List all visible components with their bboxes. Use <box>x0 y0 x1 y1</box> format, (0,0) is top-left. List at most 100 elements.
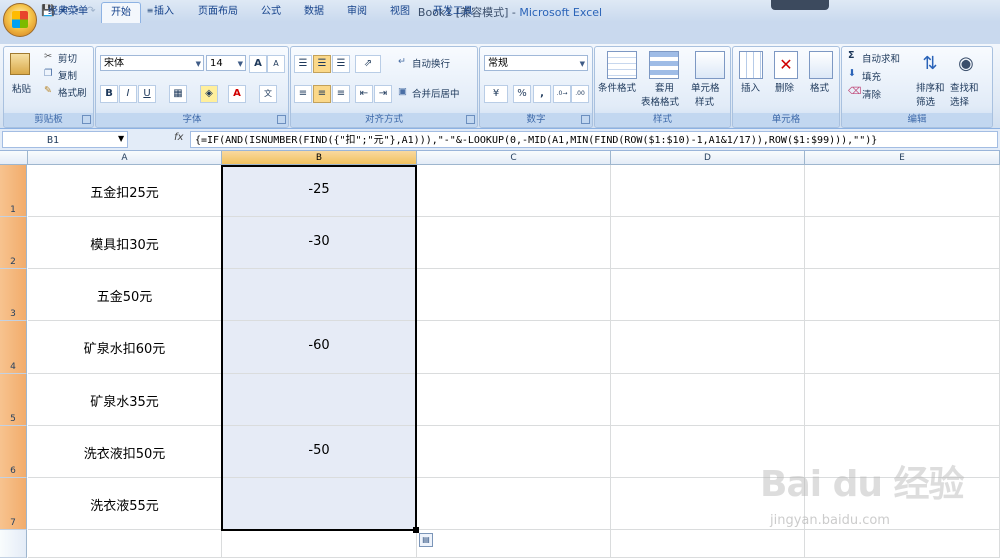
row-header-8[interactable] <box>0 530 27 558</box>
cell-d4[interactable] <box>611 321 805 374</box>
office-button[interactable] <box>3 3 37 37</box>
tab-developer[interactable]: 开发工具 <box>426 2 480 22</box>
cell-a3[interactable]: 五金50元 <box>28 269 222 321</box>
find-select-label-1[interactable]: 查找和 <box>950 80 979 94</box>
shrink-font-button[interactable]: A <box>267 55 285 73</box>
font-color-icon[interactable]: A <box>228 85 246 103</box>
delete-cells-button[interactable]: 删除 <box>775 80 794 94</box>
cell-c5[interactable] <box>417 374 611 426</box>
cell-e1[interactable] <box>805 165 1000 217</box>
row-header-6[interactable]: 6 <box>0 426 27 478</box>
orientation-icon[interactable]: ⇗ <box>355 55 381 73</box>
column-header-c[interactable]: C <box>417 151 611 165</box>
cell-a7[interactable]: 洗衣液55元 <box>28 478 222 530</box>
currency-icon[interactable]: ¥ <box>484 85 508 103</box>
insert-function-button[interactable]: fx <box>174 132 183 143</box>
select-all-corner[interactable] <box>0 151 28 165</box>
tab-classic-menu[interactable]: 经典菜单 <box>42 2 94 22</box>
cell-styles-label-1[interactable]: 单元格 <box>691 80 720 94</box>
number-launcher-icon[interactable] <box>581 115 590 124</box>
align-top-icon[interactable]: ☰ <box>294 55 312 73</box>
fill-color-icon[interactable]: ◈ <box>200 85 218 103</box>
tab-review[interactable]: 审阅 <box>340 2 374 22</box>
italic-button[interactable]: I <box>119 85 137 103</box>
cell-d8[interactable] <box>611 530 805 558</box>
column-header-b[interactable]: B <box>222 151 417 165</box>
tab-view[interactable]: 视图 <box>383 2 417 22</box>
tab-formulas[interactable]: 公式 <box>254 2 288 22</box>
find-select-label-2[interactable]: 选择 <box>950 94 969 108</box>
tab-insert[interactable]: 插入 <box>146 2 182 22</box>
align-right-icon[interactable]: ≡ <box>332 85 350 103</box>
cell-d3[interactable] <box>611 269 805 321</box>
cell-d5[interactable] <box>611 374 805 426</box>
format-as-table-label-2[interactable]: 表格格式 <box>641 94 679 108</box>
cell-a5[interactable]: 矿泉水35元 <box>28 374 222 426</box>
cell-b8[interactable] <box>222 530 417 558</box>
row-header-7[interactable]: 7 <box>0 478 27 530</box>
align-center-icon[interactable]: ≡ <box>313 85 331 103</box>
formula-input[interactable]: {=IF(AND(ISNUMBER(FIND({"扣";"元"},A1))),"… <box>190 131 998 148</box>
format-as-table-label-1[interactable]: 套用 <box>655 80 674 94</box>
cell-a2[interactable]: 模具扣30元 <box>28 217 222 269</box>
cell-a4[interactable]: 矿泉水扣60元 <box>28 321 222 374</box>
cell-c8[interactable] <box>417 530 611 558</box>
increase-indent-icon[interactable]: ⇥ <box>374 85 392 103</box>
comma-button[interactable]: , <box>533 85 551 103</box>
row-header-3[interactable]: 3 <box>0 269 27 321</box>
column-header-a[interactable]: A <box>28 151 222 165</box>
cell-e3[interactable] <box>805 269 1000 321</box>
cell-d2[interactable] <box>611 217 805 269</box>
merge-center-button[interactable]: 合并后居中 <box>412 86 460 100</box>
number-format-combo[interactable]: 常规 ▼ <box>484 55 588 71</box>
name-box-dropdown-icon[interactable]: ▼ <box>118 134 124 143</box>
fill-button[interactable]: 填充 <box>862 69 881 83</box>
column-header-e[interactable]: E <box>805 151 1000 165</box>
align-left-icon[interactable]: ≡ <box>294 85 312 103</box>
row-header-4[interactable]: 4 <box>0 321 27 374</box>
column-header-d[interactable]: D <box>611 151 805 165</box>
font-launcher-icon[interactable] <box>277 115 286 124</box>
cell-c2[interactable] <box>417 217 611 269</box>
window-controls[interactable] <box>771 0 829 10</box>
row-header-5[interactable]: 5 <box>0 374 27 426</box>
cell-e8[interactable] <box>805 530 1000 558</box>
insert-cells-button[interactable]: 插入 <box>741 80 760 94</box>
conditional-format-button[interactable]: 条件格式 <box>598 80 636 94</box>
cell-e4[interactable] <box>805 321 1000 374</box>
cell-styles-label-2[interactable]: 样式 <box>695 94 714 108</box>
cell-a1[interactable]: 五金扣25元 <box>28 165 222 217</box>
autosum-button[interactable]: 自动求和 <box>862 51 900 65</box>
grow-font-button[interactable]: A <box>249 55 267 73</box>
cell-c6[interactable] <box>417 426 611 478</box>
underline-button[interactable]: U <box>138 85 156 103</box>
paste-button[interactable]: 粘贴 <box>12 81 31 95</box>
cell-c3[interactable] <box>417 269 611 321</box>
cell-c4[interactable] <box>417 321 611 374</box>
alignment-launcher-icon[interactable] <box>466 115 475 124</box>
cell-c1[interactable] <box>417 165 611 217</box>
row-header-1[interactable]: 1 <box>0 165 27 217</box>
cell-a8[interactable] <box>28 530 222 558</box>
font-size-combo[interactable]: 14 ▼ <box>206 55 246 71</box>
cell-e5[interactable] <box>805 374 1000 426</box>
tab-data[interactable]: 数据 <box>297 2 331 22</box>
sort-filter-label-1[interactable]: 排序和 <box>916 80 945 94</box>
cell-c7[interactable] <box>417 478 611 530</box>
borders-icon[interactable]: ▦ <box>169 85 187 103</box>
cell-e2[interactable] <box>805 217 1000 269</box>
clipboard-launcher-icon[interactable] <box>82 115 91 124</box>
phonetic-icon[interactable]: 文 <box>259 85 277 103</box>
decrease-decimal-icon[interactable]: .00 <box>571 85 589 103</box>
align-middle-icon[interactable]: ☰ <box>313 55 331 73</box>
cut-button[interactable]: 剪切 <box>58 51 77 65</box>
format-painter-button[interactable]: 格式刷 <box>58 85 87 99</box>
percent-button[interactable]: % <box>513 85 531 103</box>
wrap-text-button[interactable]: 自动换行 <box>412 56 450 70</box>
cell-d1[interactable] <box>611 165 805 217</box>
paste-options-icon[interactable]: ▤ <box>419 533 433 547</box>
format-cells-button[interactable]: 格式 <box>810 80 829 94</box>
sort-filter-label-2[interactable]: 筛选 <box>916 94 935 108</box>
clear-button[interactable]: 清除 <box>862 87 881 101</box>
font-name-combo[interactable]: 宋体 ▼ <box>100 55 204 71</box>
